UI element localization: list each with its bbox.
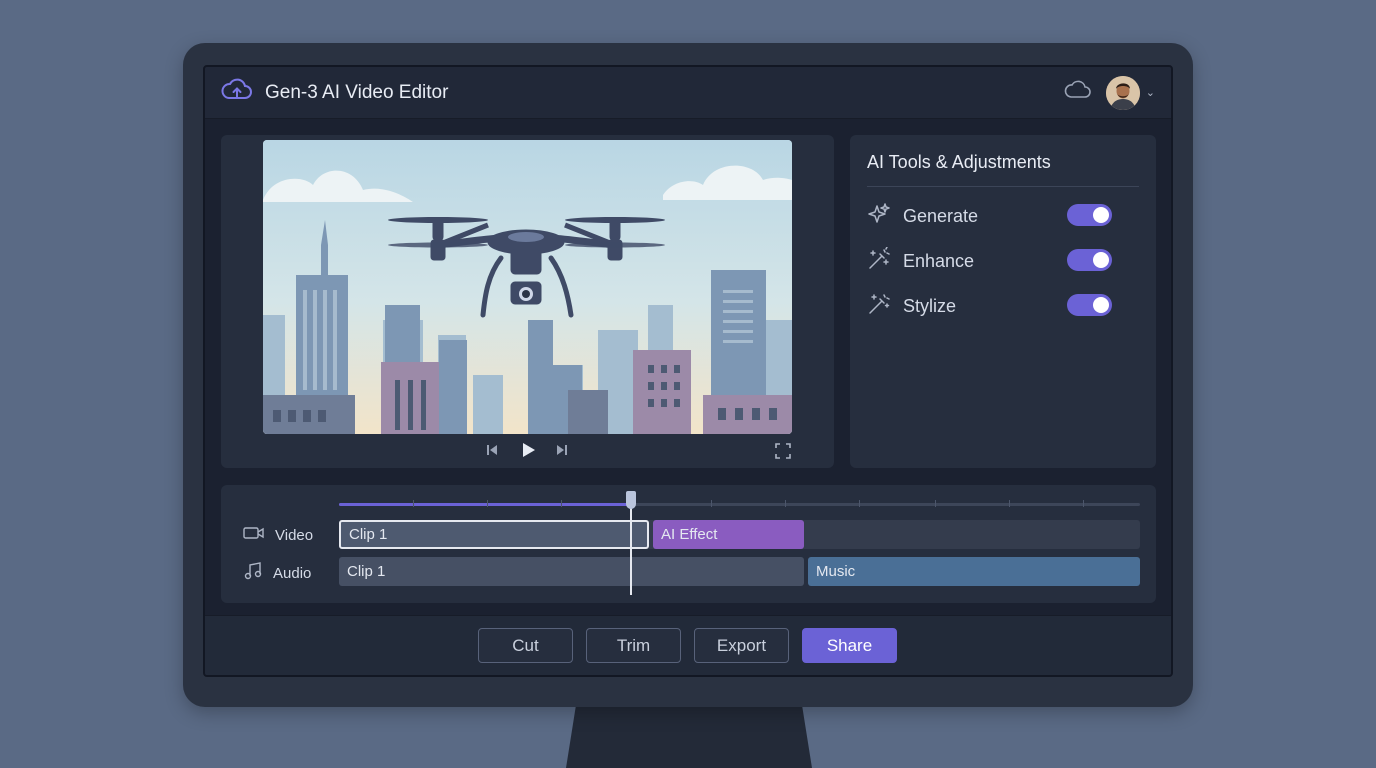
toggle-knob: [1093, 252, 1109, 268]
export-button[interactable]: Export: [694, 628, 789, 663]
action-bar: Cut Trim Export Share: [205, 615, 1171, 675]
video-preview: [263, 140, 792, 434]
timeline-panel: Video Audio Clip 1 AI Effect Clip 1 Musi…: [221, 485, 1156, 603]
tool-row-stylize: Stylize: [867, 291, 1117, 321]
magic-wand-icon: [867, 245, 891, 276]
stylize-toggle[interactable]: [1067, 294, 1112, 316]
playhead-handle[interactable]: [626, 491, 636, 509]
ruler-tick: [413, 500, 414, 507]
play-icon[interactable]: [518, 440, 538, 465]
tool-row-generate: Generate: [867, 201, 1117, 231]
ruler-tick: [1009, 500, 1010, 507]
ruler-tick: [1083, 500, 1084, 507]
timeline-progress: [339, 503, 631, 506]
playhead: [630, 501, 632, 595]
magic-wand-icon: [867, 292, 891, 321]
ruler-tick: [487, 500, 488, 507]
ruler-tick: [561, 500, 562, 507]
tool-label: Generate: [903, 205, 979, 226]
enhance-toggle[interactable]: [1067, 249, 1112, 271]
track-label-text: Video: [275, 526, 314, 544]
app-title: Gen-3 AI Video Editor: [265, 81, 449, 103]
cloud-icon[interactable]: [1064, 80, 1092, 105]
playback-controls: [221, 437, 834, 465]
ruler-tick: [859, 500, 860, 507]
monitor: Gen-3 AI Video Editor ⌄ AI Tools & Adjus…: [183, 43, 1193, 707]
monitor-stand: [566, 706, 812, 768]
generate-toggle[interactable]: [1067, 204, 1112, 226]
ai-effect-clip[interactable]: AI Effect: [653, 520, 804, 549]
fullscreen-icon[interactable]: [774, 442, 792, 465]
audio-clip[interactable]: Clip 1: [339, 557, 804, 586]
tools-panel-title: AI Tools & Adjustments: [867, 152, 1051, 172]
ruler-tick: [935, 500, 936, 507]
skip-forward-icon[interactable]: [554, 442, 570, 463]
music-note-icon: [243, 561, 263, 585]
video-camera-icon: [243, 525, 265, 545]
ai-tools-panel: AI Tools & Adjustments Generate Enhance …: [850, 135, 1156, 468]
cut-button[interactable]: Cut: [478, 628, 573, 663]
share-button[interactable]: Share: [802, 628, 897, 663]
tool-label: Stylize: [903, 295, 957, 316]
chevron-down-icon[interactable]: ⌄: [1146, 86, 1155, 99]
tool-label: Enhance: [903, 250, 975, 271]
app-window: Gen-3 AI Video Editor ⌄ AI Tools & Adjus…: [203, 65, 1173, 677]
track-label-video: Video: [243, 525, 313, 545]
track-label-text: Audio: [273, 564, 312, 582]
cloud-upload-icon: [221, 78, 253, 107]
sparkles-icon: [867, 202, 891, 231]
tool-row-enhance: Enhance: [867, 245, 1117, 276]
divider: [867, 186, 1139, 187]
trim-button[interactable]: Trim: [586, 628, 681, 663]
video-preview-panel: [221, 135, 834, 468]
music-clip[interactable]: Music: [808, 557, 1140, 586]
timeline-ruler[interactable]: [339, 500, 1140, 507]
title-bar: Gen-3 AI Video Editor ⌄: [205, 67, 1171, 119]
ruler-tick: [711, 500, 712, 507]
skip-back-icon[interactable]: [484, 442, 500, 463]
toggle-knob: [1093, 207, 1109, 223]
ruler-tick: [785, 500, 786, 507]
track-label-audio: Audio: [243, 561, 311, 585]
toggle-knob: [1093, 297, 1109, 313]
video-clip[interactable]: Clip 1: [339, 520, 649, 549]
user-avatar[interactable]: [1105, 75, 1140, 110]
